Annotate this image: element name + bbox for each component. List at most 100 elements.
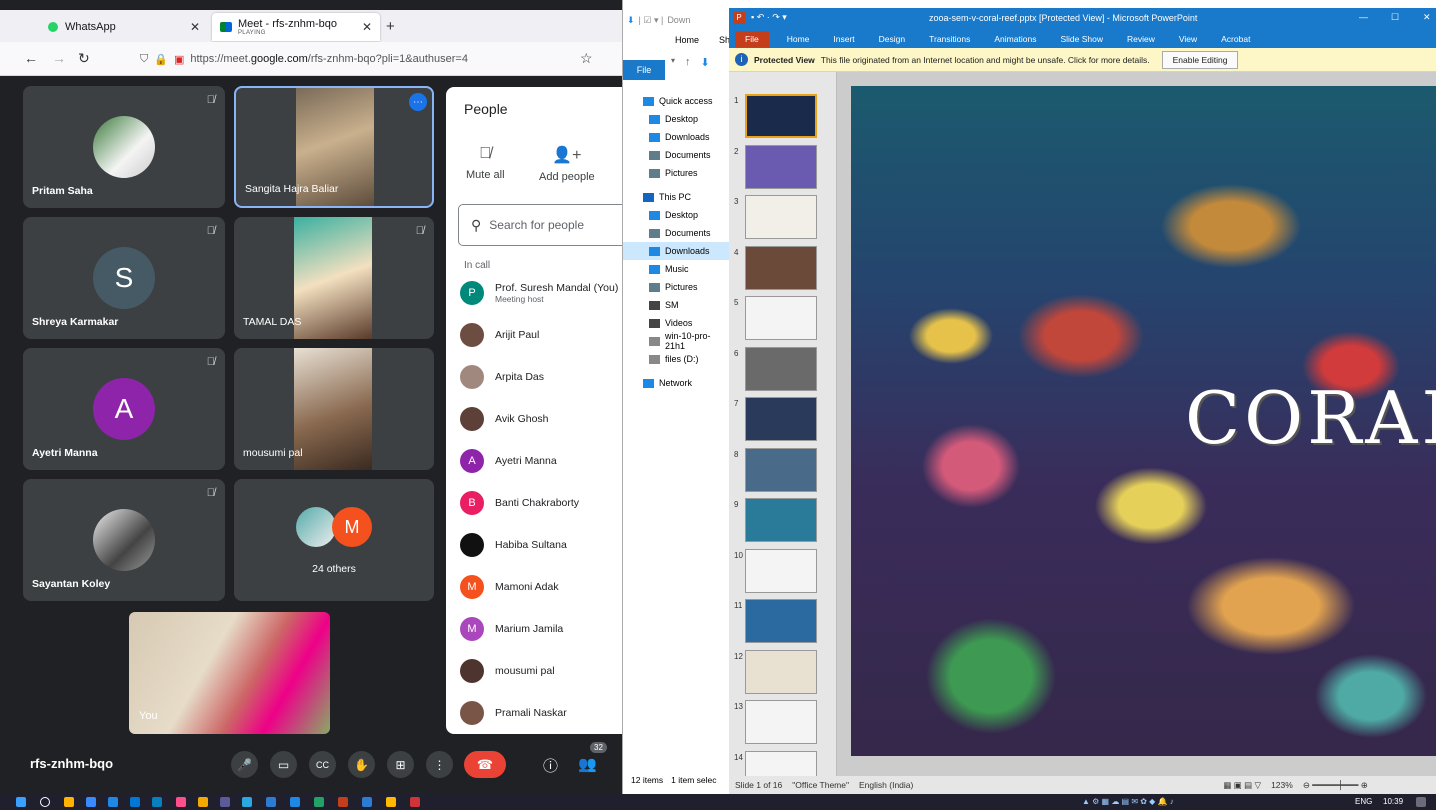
edge-icon[interactable] [152, 797, 162, 807]
slide-thumbnail[interactable] [745, 700, 817, 744]
camera-icon[interactable]: ▭ [270, 751, 297, 778]
leave-call-button[interactable]: ☎ [464, 751, 506, 778]
chrome-icon[interactable] [64, 797, 74, 807]
enable-editing-button[interactable]: Enable Editing [1161, 50, 1239, 69]
participant-row[interactable]: Arpita Das [460, 362, 630, 392]
participant-row[interactable]: M Marium Jamila [460, 614, 630, 644]
slide-thumbnail[interactable] [745, 548, 817, 593]
ribbon-tab-home[interactable]: Home [675, 35, 699, 45]
slide-thumbnail[interactable] [745, 346, 817, 391]
file-explorer-icon[interactable] [386, 797, 396, 807]
nav-item[interactable]: Pictures [623, 164, 730, 182]
ribbon-tab[interactable]: Acrobat [1209, 34, 1262, 44]
others-tile[interactable]: M 24 others [234, 479, 434, 601]
slide-thumbnail[interactable] [745, 245, 817, 290]
slide-thumbnail[interactable] [745, 447, 817, 492]
nav-item[interactable]: Downloads [623, 242, 730, 260]
slide-thumbnail[interactable] [745, 649, 817, 694]
slide-thumbnail[interactable] [745, 498, 817, 542]
more-options-icon[interactable]: ⋮ [426, 751, 453, 778]
back-icon[interactable]: ← [629, 56, 640, 69]
quick-access-toolbar[interactable]: | ☑ ▾ | [639, 15, 664, 26]
nav-item[interactable]: Downloads [623, 128, 730, 146]
new-tab-button[interactable]: + [386, 18, 395, 35]
store-icon[interactable] [108, 797, 118, 807]
back-icon[interactable]: ← [24, 50, 38, 66]
nav-item[interactable]: Music [623, 260, 730, 278]
close-tab-icon[interactable]: ✕ [190, 20, 200, 34]
participant-tile[interactable]: 🎙̸ Sayantan Koley [23, 479, 225, 601]
current-slide[interactable]: CORAL [851, 86, 1436, 756]
participant-tile[interactable]: 🎙̸ Pritam Saha [23, 86, 225, 208]
clock[interactable]: 10:39 [1383, 797, 1403, 806]
participant-row[interactable]: M Mamoni Adak [460, 572, 630, 602]
ribbon-tab[interactable]: Design [867, 34, 917, 44]
word-icon[interactable] [266, 797, 276, 807]
nav-item[interactable]: Desktop [623, 206, 730, 224]
ribbon-tab[interactable]: Animations [982, 34, 1048, 44]
slide-thumbnail[interactable] [745, 144, 817, 189]
protected-message[interactable]: This file originated from an Internet lo… [821, 55, 1150, 65]
tab-whatsapp[interactable]: WhatsApp ✕ [40, 13, 208, 41]
forward-icon[interactable]: → [650, 56, 661, 69]
app-icon[interactable] [290, 797, 300, 807]
participant-row[interactable]: mousumi pal [460, 656, 630, 686]
slide-thumbnail[interactable] [745, 94, 817, 138]
ribbon-tab[interactable]: Review [1115, 34, 1167, 44]
search-icon[interactable] [40, 797, 50, 807]
firefox-icon[interactable] [176, 797, 186, 807]
dropdown-icon[interactable]: ▾ [671, 56, 675, 69]
nav-item[interactable]: Quick access [623, 92, 730, 110]
captions-icon[interactable]: CC [309, 751, 336, 778]
task-view-icon[interactable] [86, 797, 96, 807]
nav-item[interactable]: Network [623, 374, 730, 392]
bookmark-star-icon[interactable]: ☆ [580, 50, 593, 67]
nav-item[interactable]: Desktop [623, 110, 730, 128]
zoom-level[interactable]: 123% [1271, 780, 1293, 790]
photoshop-icon[interactable] [242, 797, 252, 807]
slide-thumbnail[interactable] [745, 296, 817, 340]
camera-permission-icon[interactable]: ▣ [174, 53, 184, 66]
participant-row[interactable]: Pramali Naskar [460, 698, 630, 728]
ribbon-tab[interactable]: View [1167, 34, 1209, 44]
ribbon-tab[interactable]: File [735, 31, 769, 47]
language[interactable]: English (India) [859, 780, 913, 790]
nav-item[interactable]: Documents [623, 224, 730, 242]
present-screen-icon[interactable]: ⊞ [387, 751, 414, 778]
powerpoint-icon[interactable] [338, 797, 348, 807]
language-indicator[interactable]: ENG [1355, 797, 1372, 806]
participant-row[interactable]: Avik Ghosh [460, 404, 630, 434]
up-icon[interactable]: ↑ [685, 56, 691, 69]
nav-item[interactable]: Documents [623, 146, 730, 164]
quick-access-toolbar[interactable]: ▪ ↶ · ↷ ▾ [751, 12, 787, 23]
tab-meet[interactable]: Meet - rfs-znhm-bqo PLAYING ✕ [212, 13, 380, 41]
nav-item[interactable]: This PC [623, 188, 730, 206]
view-buttons[interactable]: ▦ ▣ ▤ ▽ [1223, 780, 1261, 791]
slide-title[interactable]: CORAL [1185, 376, 1436, 460]
mail-icon[interactable] [130, 797, 140, 807]
self-view[interactable]: You [129, 612, 330, 734]
ribbon-tab[interactable]: Insert [821, 34, 866, 44]
acrobat-icon[interactable] [410, 797, 420, 807]
forward-icon[interactable]: → [52, 50, 66, 66]
participant-tile[interactable]: 🎙̸ TAMAL DAS [234, 217, 434, 339]
excel-icon[interactable] [314, 797, 324, 807]
system-tray-icons[interactable]: ▲ ⚙ ▦ ☁ ▤ ✉ ✿ ◆ 🔔 ♪ [1082, 797, 1174, 806]
people-icon[interactable]: 👥 [578, 755, 597, 773]
windows-start-icon[interactable] [16, 797, 26, 807]
app-icon[interactable] [362, 797, 372, 807]
participant-tile[interactable]: ⋯ Sangita Hajra Baliar [234, 86, 434, 208]
app-icon[interactable] [220, 797, 230, 807]
participant-tile[interactable]: A 🎙̸ Ayetri Manna [23, 348, 225, 470]
meeting-info-icon[interactable]: ⓘ [543, 755, 558, 776]
slide-thumbnail[interactable] [745, 397, 817, 441]
zoom-slider[interactable]: ⊖ ━━━━━┿━━━ ⊕ [1303, 780, 1368, 791]
nav-item[interactable]: SM [623, 296, 730, 314]
slide-thumbnail[interactable] [745, 195, 817, 239]
ribbon-tab[interactable]: Transitions [917, 34, 982, 44]
participant-tile[interactable]: mousumi pal [234, 348, 434, 470]
close-tab-icon[interactable]: ✕ [362, 20, 372, 34]
notifications-icon[interactable] [1416, 797, 1426, 807]
ribbon-tab[interactable]: Slide Show [1048, 34, 1115, 44]
participant-tile[interactable]: S 🎙̸ Shreya Karmakar [23, 217, 225, 339]
